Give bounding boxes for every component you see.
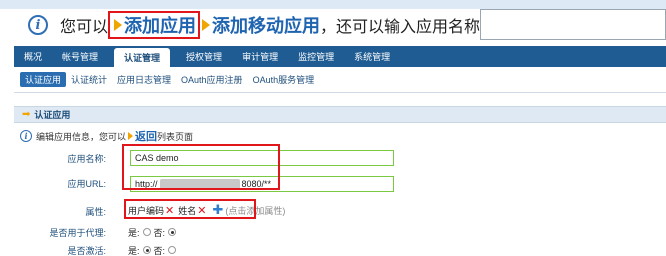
- subnav-app-logs[interactable]: 应用日志管理: [112, 72, 176, 87]
- app-url-label: 应用URL:: [67, 179, 106, 189]
- main-nav: 概况 帐号管理 认证管理 授权管理 审计管理 监控管理 系统管理: [14, 46, 666, 67]
- triangle-bullet-icon: [114, 19, 123, 31]
- zoomed-banner: i 您可以 添加应用 添加移动应用 ，还可以输入应用名称:: [0, 0, 666, 44]
- arrow-right-icon: ➡: [22, 109, 31, 120]
- triangle-bullet-icon: [202, 19, 211, 31]
- banner-row: i 您可以 添加应用 添加移动应用 ，还可以输入应用名称:: [28, 10, 484, 40]
- back-link[interactable]: 返回: [135, 128, 157, 144]
- proxy-yes-label: 是:: [128, 227, 140, 238]
- banner-suffix: ，还可以输入应用名称:: [320, 19, 485, 36]
- section-header: ➡ 认证应用: [14, 106, 666, 123]
- active-yes-label: 是:: [128, 245, 140, 256]
- proxy-yes-radio[interactable]: [142, 228, 151, 236]
- info-line: i 编辑应用信息，您可以 返回 列表页面: [20, 129, 193, 143]
- subnav-oauth-register[interactable]: OAuth应用注册: [176, 72, 248, 87]
- active-no-radio[interactable]: [168, 246, 177, 254]
- nav-tab-monitor[interactable]: 监控管理: [288, 46, 344, 67]
- section-title: 认证应用: [34, 110, 71, 120]
- nav-tab-auth[interactable]: 认证管理: [114, 48, 171, 67]
- triangle-bullet-icon: [128, 132, 134, 140]
- info-suffix: 列表页面: [157, 131, 194, 142]
- proxy-no-radio[interactable]: [168, 228, 177, 236]
- app-name-label: 应用名称:: [67, 154, 106, 164]
- proxy-no-label: 否:: [153, 227, 166, 238]
- add-mobile-app-link[interactable]: 添加移动应用: [212, 12, 320, 38]
- add-app-link[interactable]: 添加应用: [124, 12, 196, 38]
- active-yes-radio[interactable]: [142, 246, 151, 254]
- proxy-radio-group: 是: 否:: [128, 225, 179, 239]
- attr-label: 属性:: [85, 207, 106, 217]
- add-app-highlight[interactable]: 添加应用: [108, 11, 201, 39]
- banner-top-band: [0, 0, 666, 9]
- banner-prefix: 您可以: [60, 19, 109, 36]
- nav-tab-audit[interactable]: 审计管理: [232, 46, 288, 67]
- subnav-auth-apps[interactable]: 认证应用: [20, 72, 67, 87]
- proxy-label: 是否用于代理:: [49, 228, 106, 238]
- nav-tab-accounts[interactable]: 帐号管理: [52, 46, 108, 67]
- subnav-auth-stats[interactable]: 认证统计: [66, 72, 112, 87]
- attr-highlight: [124, 199, 256, 219]
- subnav-oauth-service[interactable]: OAuth服务管理: [248, 72, 320, 87]
- nav-tab-system[interactable]: 系统管理: [344, 46, 400, 67]
- info-prefix: 编辑应用信息，您可以: [36, 131, 127, 142]
- info-icon: i: [28, 15, 48, 35]
- nav-tab-overview[interactable]: 概况: [14, 46, 52, 67]
- nav-tab-authorization[interactable]: 授权管理: [176, 46, 232, 67]
- app-name-search-input[interactable]: [480, 9, 666, 40]
- active-label: 是否激活:: [67, 246, 106, 256]
- sub-nav: 认证应用 认证统计 应用日志管理 OAuth应用注册 OAuth服务管理: [14, 67, 666, 93]
- active-radio-group: 是: 否:: [128, 243, 179, 256]
- name-url-highlight: [122, 144, 280, 190]
- active-no-label: 否:: [153, 245, 166, 256]
- info-icon: i: [20, 130, 32, 142]
